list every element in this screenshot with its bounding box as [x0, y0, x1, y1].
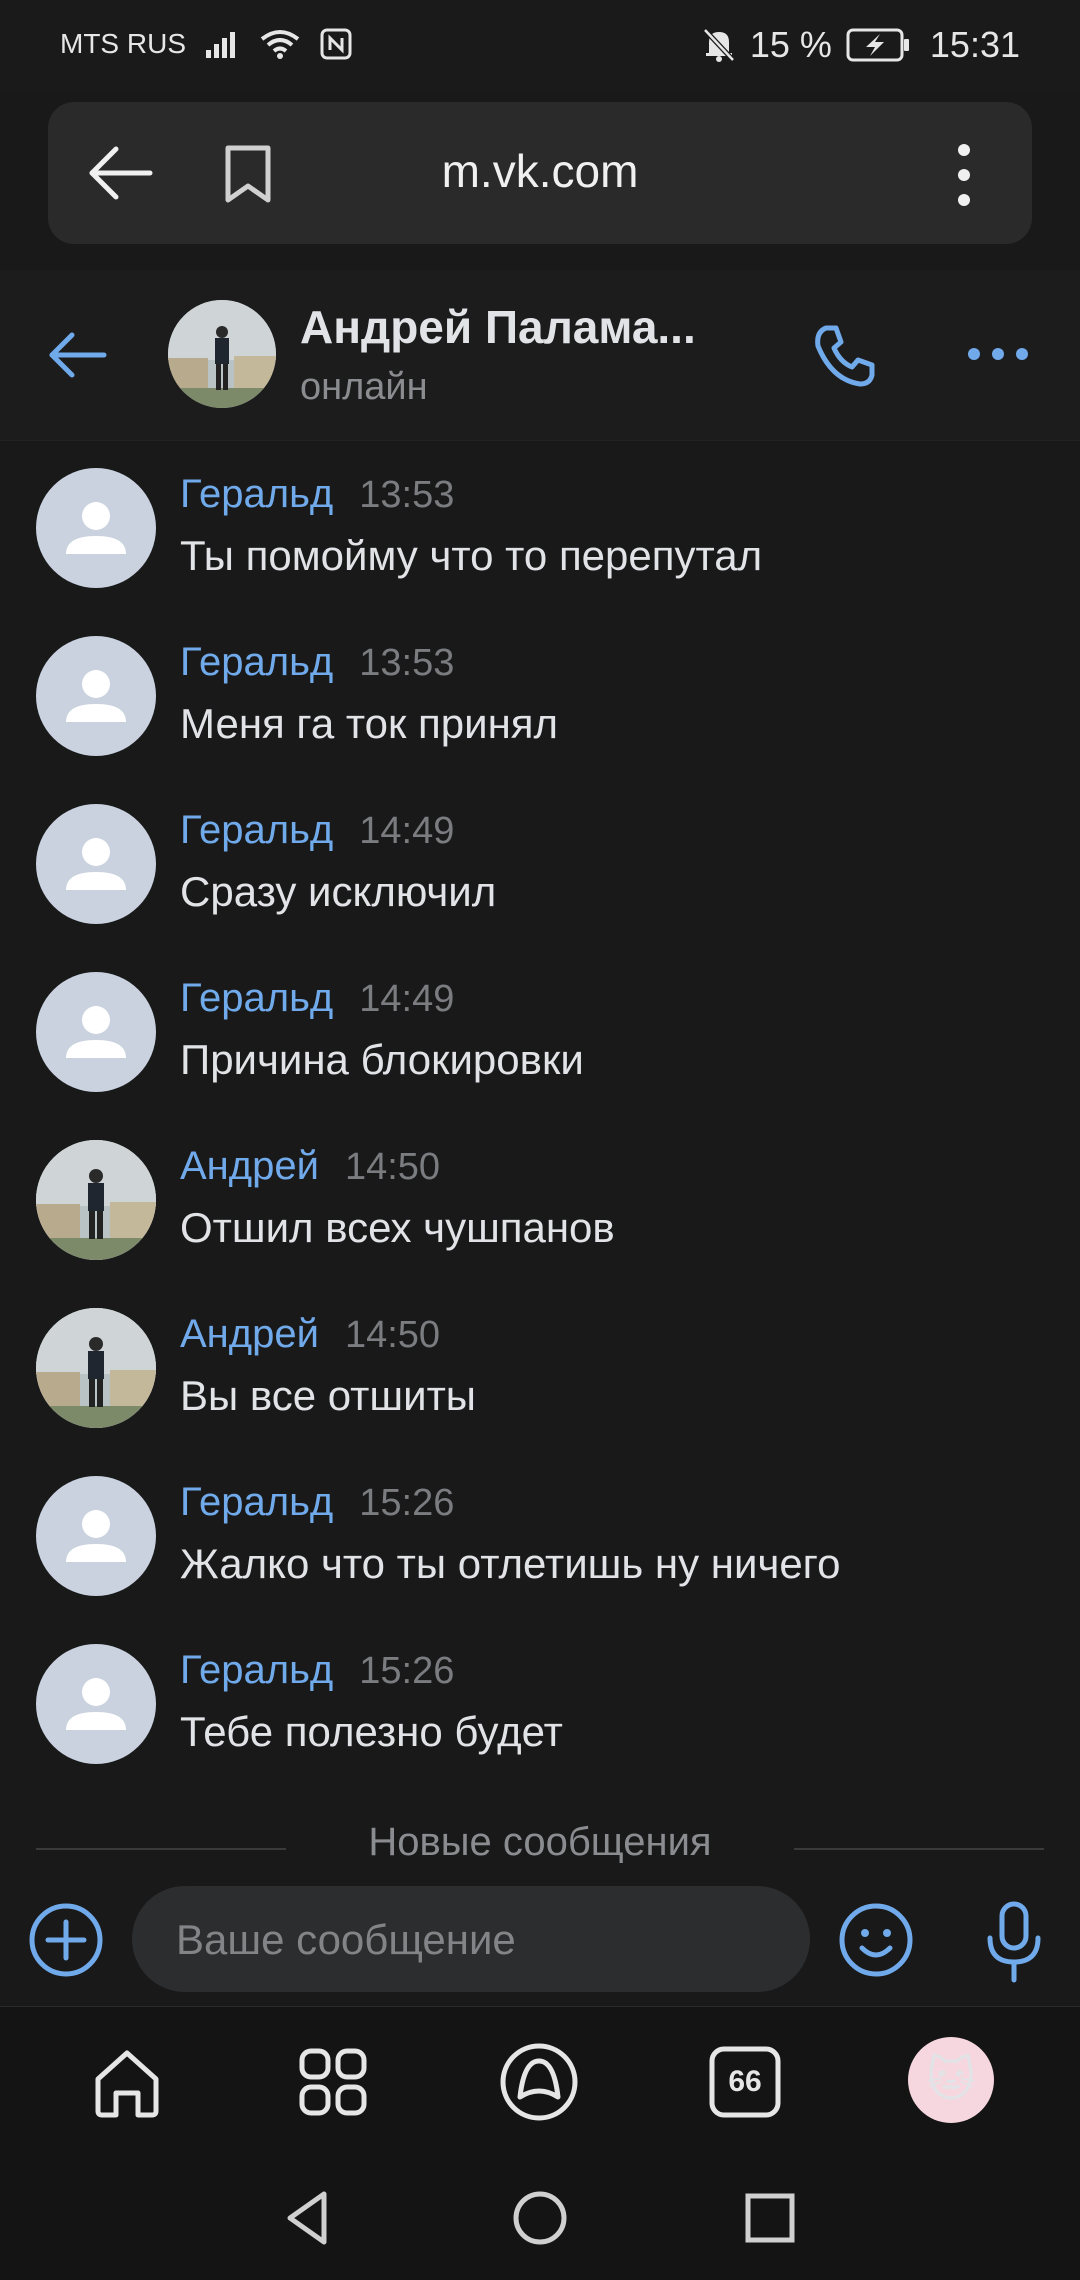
system-nav-bar [0, 2156, 1080, 2280]
default-user-icon [66, 838, 126, 890]
message-text: Отшил всех чушпанов [180, 1204, 615, 1251]
status-left: MTS RUS [60, 28, 352, 60]
message-text: Жалко что ты отлетишь ну ничего [180, 1540, 841, 1587]
alice-icon[interactable] [494, 2037, 584, 2127]
signal-icon [206, 32, 235, 58]
sender-avatar[interactable] [36, 972, 156, 1092]
profile-avatar[interactable]: 🐱 [908, 2037, 994, 2123]
sender-avatar[interactable] [36, 1140, 156, 1260]
attach-plus-icon[interactable] [28, 1902, 104, 1978]
default-user-icon [66, 1006, 126, 1058]
contact-avatar[interactable] [168, 300, 276, 408]
mute-bell-icon [703, 28, 735, 62]
browser-bottom-nav: 66 🐱 [0, 2006, 1080, 2157]
wifi-icon [260, 30, 300, 59]
message-author[interactable]: Геральд [180, 1480, 333, 1524]
message-text: Вы все отшиты [180, 1372, 476, 1419]
message-item[interactable]: Геральд 13:53 Меня га ток принял [0, 636, 1080, 804]
message-item[interactable]: Геральд 14:49 Причина блокировки [0, 972, 1080, 1140]
message-input[interactable]: Ваше сообщение [132, 1886, 810, 1992]
url-text[interactable]: m.vk.com [48, 144, 1032, 198]
message-time: 14:50 [344, 1146, 441, 1188]
message-author[interactable]: Геральд [180, 472, 333, 516]
new-messages-divider: Новые сообщения [36, 1820, 1044, 1876]
message-meta: Геральд 14:49 [180, 976, 454, 1021]
message-composer: Ваше сообщение [0, 1880, 1080, 2000]
browser-address-bar: m.vk.com [48, 102, 1032, 244]
home-icon[interactable] [82, 2037, 172, 2127]
message-text: Сразу исключил [180, 868, 497, 915]
default-user-icon [66, 670, 126, 722]
chat-back-icon[interactable] [44, 322, 110, 388]
default-user-icon [66, 1678, 126, 1730]
message-item[interactable]: Андрей 14:50 Вы все отшиты [0, 1308, 1080, 1476]
message-item[interactable]: Андрей 14:50 Отшил всех чушпанов [0, 1140, 1080, 1308]
carrier-label: MTS RUS [60, 28, 186, 59]
message-meta: Геральд 13:53 [180, 472, 454, 517]
message-item[interactable]: Геральд 14:49 Сразу исключил [0, 804, 1080, 972]
message-author[interactable]: Геральд [180, 1648, 333, 1692]
clock: 15:31 [929, 24, 1020, 65]
tabs-button[interactable]: 66 [700, 2037, 790, 2127]
contact-status: онлайн [300, 366, 428, 408]
message-item[interactable]: Геральд 15:26 Тебе полезно будет [0, 1644, 1080, 1812]
sender-avatar[interactable] [36, 1644, 156, 1764]
message-author[interactable]: Андрей [180, 1312, 319, 1356]
sender-avatar[interactable] [36, 636, 156, 756]
status-right: 15 % 15:31 [702, 24, 1020, 66]
sender-avatar[interactable] [36, 1308, 156, 1428]
apps-grid-icon[interactable] [288, 2037, 378, 2127]
message-input-placeholder: Ваше сообщение [176, 1916, 516, 1963]
browser-menu-icon[interactable] [952, 140, 976, 210]
nav-home-icon[interactable] [508, 2186, 572, 2250]
phone-call-icon[interactable] [808, 320, 880, 392]
message-time: 14:49 [359, 978, 455, 1020]
message-item[interactable]: Геральд 13:53 Ты помойму что то перепутал [0, 468, 1080, 636]
sender-avatar[interactable] [36, 804, 156, 924]
message-author[interactable]: Геральд [180, 640, 333, 684]
nfc-icon [320, 28, 352, 60]
message-time: 15:26 [359, 1482, 455, 1524]
message-text: Причина блокировки [180, 1036, 584, 1083]
message-text: Тебе полезно будет [180, 1708, 563, 1755]
message-time: 13:53 [359, 474, 455, 516]
default-user-icon [66, 502, 126, 554]
message-text: Меня га ток принял [180, 700, 559, 747]
sender-avatar[interactable] [36, 468, 156, 588]
message-author[interactable]: Андрей [180, 1144, 319, 1188]
microphone-icon[interactable] [984, 1900, 1044, 1984]
message-meta: Андрей 14:50 [180, 1312, 440, 1357]
message-time: 14:49 [359, 810, 455, 852]
message-meta: Геральд 15:26 [180, 1480, 454, 1525]
message-time: 15:26 [359, 1650, 455, 1692]
chat-header: Андрей Палама... онлайн [0, 270, 1080, 441]
sender-avatar[interactable] [36, 1476, 156, 1596]
avatar-photo-icon [36, 1308, 156, 1428]
battery-percent: 15 % [749, 24, 832, 65]
divider-line-right [794, 1848, 1044, 1850]
message-author[interactable]: Геральд [180, 808, 333, 852]
message-time: 13:53 [359, 642, 455, 684]
tabs-count: 66 [728, 2065, 762, 2098]
message-time: 14:50 [344, 1314, 441, 1356]
message-author[interactable]: Геральд [180, 976, 333, 1020]
message-meta: Геральд 13:53 [180, 640, 454, 685]
avatar-photo-icon [168, 300, 276, 408]
contact-name[interactable]: Андрей Палама... [300, 300, 696, 354]
chat-more-icon[interactable] [964, 342, 1032, 366]
nav-recents-icon[interactable] [738, 2186, 802, 2250]
message-item[interactable]: Геральд 15:26 Жалко что ты отлетишь ну ни… [0, 1476, 1080, 1644]
message-meta: Андрей 14:50 [180, 1144, 440, 1189]
battery-charging-icon [846, 28, 909, 62]
message-meta: Геральд 15:26 [180, 1648, 454, 1693]
status-bar: MTS RUS 15 % 15:31 [0, 0, 1080, 92]
emoji-icon[interactable] [838, 1902, 914, 1978]
avatar-photo-icon [36, 1140, 156, 1260]
message-meta: Геральд 14:49 [180, 808, 454, 853]
default-user-icon [66, 1510, 126, 1562]
divider-label: Новые сообщения [368, 1820, 712, 1864]
nav-back-icon[interactable] [278, 2186, 342, 2250]
message-text: Ты помойму что то перепутал [180, 532, 763, 579]
